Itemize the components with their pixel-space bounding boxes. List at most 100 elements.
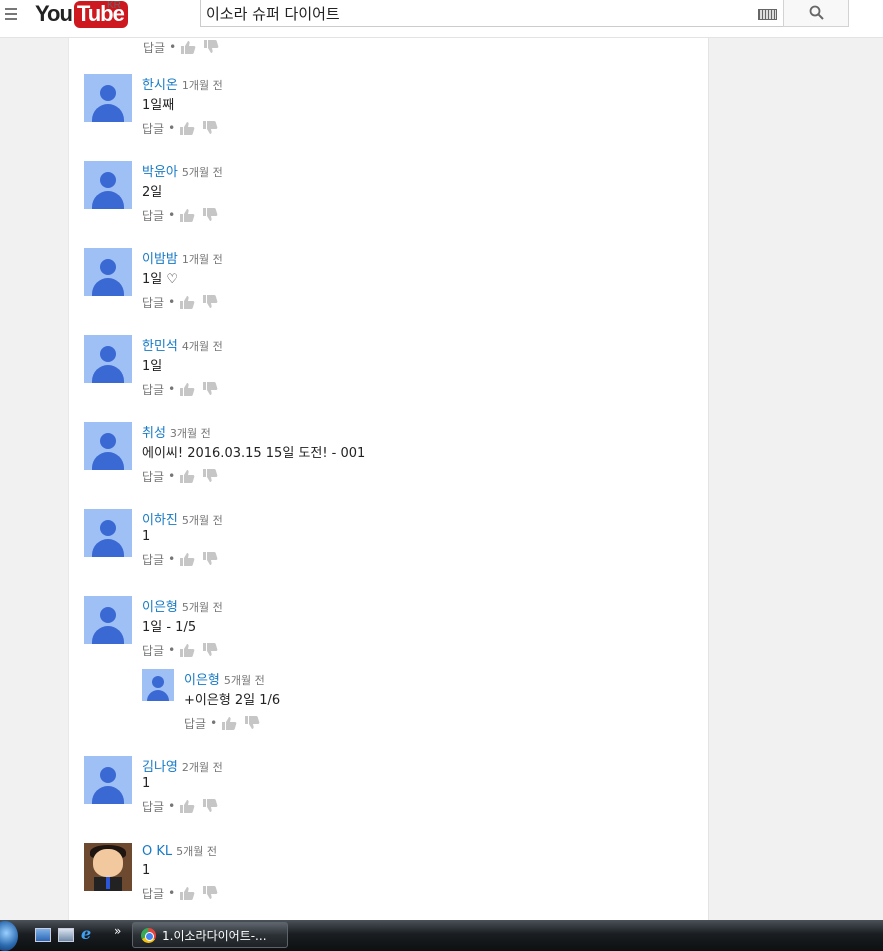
comment-author[interactable]: O KL bbox=[142, 844, 172, 859]
comment-author[interactable]: 이밤밤 bbox=[142, 252, 178, 267]
separator-dot: • bbox=[168, 886, 176, 900]
quicklaunch-more-button[interactable]: » bbox=[114, 924, 124, 938]
comment-time[interactable]: 4개월 전 bbox=[182, 340, 223, 353]
guide-menu-icon[interactable] bbox=[5, 8, 19, 20]
reply-link[interactable]: 답글 bbox=[142, 381, 164, 398]
thumbs-down-icon[interactable] bbox=[202, 207, 218, 223]
thumbs-up-icon[interactable] bbox=[180, 39, 196, 55]
reply-link[interactable]: 답글 bbox=[142, 468, 164, 485]
avatar[interactable] bbox=[84, 248, 132, 296]
thumbs-down-icon[interactable] bbox=[202, 798, 218, 814]
separator-dot: • bbox=[168, 469, 176, 483]
avatar[interactable] bbox=[84, 335, 132, 383]
thumbs-down-icon[interactable] bbox=[202, 885, 218, 901]
reply-link[interactable]: 답글 bbox=[142, 551, 164, 568]
thumbs-up-icon[interactable] bbox=[179, 294, 195, 310]
comment-actions-partial: 답글 • bbox=[143, 39, 226, 55]
comment-text: 2일 bbox=[142, 185, 163, 200]
reply-link[interactable]: 답글 bbox=[142, 294, 164, 311]
separator-dot: • bbox=[168, 382, 176, 396]
avatar[interactable] bbox=[84, 161, 132, 209]
reply-link[interactable]: 답글 bbox=[142, 207, 164, 224]
comment-actions: 답글 • bbox=[184, 715, 724, 731]
comment-author[interactable]: 박윤아 bbox=[142, 165, 178, 180]
comments-section: 답글 • 한시온 1개월 전 1일째 답글 • 박윤아 5개월 전 2일 답글 … bbox=[68, 38, 709, 920]
separator-dot: • bbox=[168, 552, 176, 566]
avatar[interactable] bbox=[84, 756, 132, 804]
comment-time[interactable]: 5개월 전 bbox=[176, 845, 217, 858]
comment-text: 1일 ♡ bbox=[142, 272, 179, 287]
comment-text: 1 bbox=[142, 863, 151, 878]
separator-dot: • bbox=[168, 295, 176, 309]
comment-actions: 답글 • bbox=[142, 381, 682, 397]
separator-dot: • bbox=[168, 208, 176, 222]
search-button[interactable] bbox=[783, 0, 849, 27]
avatar[interactable] bbox=[84, 509, 132, 557]
switch-windows-icon[interactable] bbox=[58, 928, 74, 942]
reply-link[interactable]: 답글 bbox=[142, 798, 164, 815]
comment-actions: 답글 • bbox=[142, 642, 682, 658]
comment-author[interactable]: 한민석 bbox=[142, 339, 178, 354]
avatar[interactable] bbox=[84, 596, 132, 644]
thumbs-down-icon[interactable] bbox=[202, 381, 218, 397]
comment-text: 1 bbox=[142, 529, 151, 544]
comment-time[interactable]: 1개월 전 bbox=[182, 253, 223, 266]
avatar[interactable] bbox=[84, 422, 132, 470]
avatar[interactable] bbox=[84, 74, 132, 122]
separator-dot: • bbox=[168, 121, 176, 135]
thumbs-up-icon[interactable] bbox=[179, 207, 195, 223]
search-icon bbox=[809, 5, 824, 20]
thumbs-up-icon[interactable] bbox=[179, 798, 195, 814]
comment-text: +이은형 2일 1/6 bbox=[184, 693, 281, 708]
search-input[interactable] bbox=[201, 1, 741, 25]
thumbs-down-icon[interactable] bbox=[202, 294, 218, 310]
avatar[interactable] bbox=[142, 669, 174, 701]
comment-time[interactable]: 5개월 전 bbox=[224, 674, 265, 687]
thumbs-up-icon[interactable] bbox=[221, 715, 237, 731]
reply-link[interactable]: 답글 bbox=[142, 885, 164, 902]
comment-time[interactable]: 5개월 전 bbox=[182, 166, 223, 179]
internet-explorer-icon[interactable]: e bbox=[81, 924, 97, 943]
comment-author[interactable]: 이은형 bbox=[184, 673, 220, 688]
reply-link[interactable]: 답글 bbox=[184, 715, 206, 732]
thumbs-up-icon[interactable] bbox=[179, 468, 195, 484]
comment-time[interactable]: 3개월 전 bbox=[170, 427, 211, 440]
comment-actions: 답글 • bbox=[142, 207, 682, 223]
avatar[interactable] bbox=[84, 843, 132, 891]
comment-time[interactable]: 1개월 전 bbox=[182, 79, 223, 92]
comment-author[interactable]: 이은형 bbox=[142, 600, 178, 615]
comment-actions: 답글 • bbox=[142, 468, 682, 484]
thumbs-down-icon[interactable] bbox=[202, 120, 218, 136]
comment-time[interactable]: 2개월 전 bbox=[182, 761, 223, 774]
comment-author[interactable]: 김나영 bbox=[142, 760, 178, 775]
thumbs-up-icon[interactable] bbox=[179, 885, 195, 901]
reply-link[interactable]: 답글 bbox=[142, 642, 164, 659]
thumbs-up-icon[interactable] bbox=[179, 120, 195, 136]
reply-link[interactable]: 답글 bbox=[143, 39, 165, 56]
thumbs-up-icon[interactable] bbox=[179, 551, 195, 567]
thumbs-down-icon[interactable] bbox=[202, 642, 218, 658]
comment-author[interactable]: 이하진 bbox=[142, 513, 178, 528]
reply-link[interactable]: 답글 bbox=[142, 120, 164, 137]
separator-dot: • bbox=[168, 799, 176, 813]
comment-actions: 답글 • bbox=[142, 885, 682, 901]
keyboard-icon[interactable] bbox=[758, 9, 777, 20]
comment-author[interactable]: 취성 bbox=[142, 426, 166, 441]
masthead: You Tube KR bbox=[0, 0, 883, 38]
thumbs-down-icon[interactable] bbox=[202, 551, 218, 567]
thumbs-up-icon[interactable] bbox=[179, 381, 195, 397]
taskbar: e » 1.이소라다이어트-... bbox=[0, 920, 883, 951]
comment-actions: 답글 • bbox=[142, 798, 682, 814]
show-desktop-icon[interactable] bbox=[35, 928, 51, 942]
comment-time[interactable]: 5개월 전 bbox=[182, 514, 223, 527]
search-box bbox=[200, 0, 784, 27]
thumbs-down-icon[interactable] bbox=[203, 39, 219, 55]
comment-time[interactable]: 5개월 전 bbox=[182, 601, 223, 614]
thumbs-up-icon[interactable] bbox=[179, 642, 195, 658]
taskbar-window-button[interactable]: 1.이소라다이어트-... bbox=[132, 922, 288, 948]
thumbs-down-icon[interactable] bbox=[244, 715, 260, 731]
start-button[interactable] bbox=[0, 921, 18, 951]
comment-author[interactable]: 한시온 bbox=[142, 78, 178, 93]
thumbs-down-icon[interactable] bbox=[202, 468, 218, 484]
comment-actions: 답글 • bbox=[142, 551, 682, 567]
